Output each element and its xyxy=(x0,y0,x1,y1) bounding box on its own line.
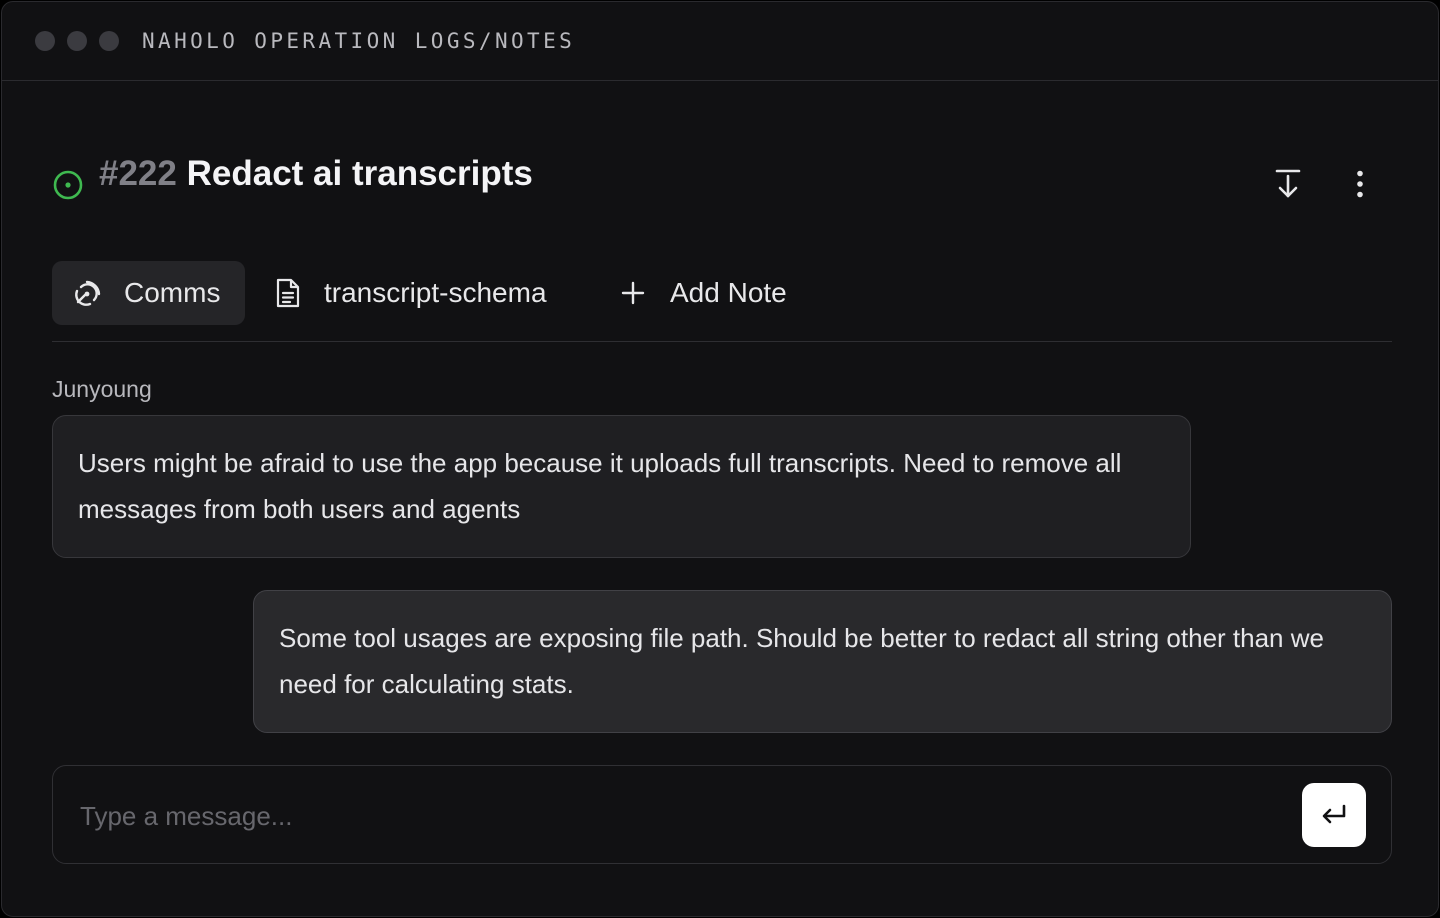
title-bar: NAHOLO OPERATION LOGS/NOTES xyxy=(2,2,1438,81)
close-window-button[interactable] xyxy=(35,31,55,51)
message-bubble-sent: Some tool usages are exposing file path.… xyxy=(253,590,1392,733)
tab-transcript-schema[interactable]: transcript-schema xyxy=(274,261,547,325)
tab-bar: Comms transcript-schema Add Note xyxy=(52,261,1392,342)
issue-number: #222 xyxy=(99,154,177,193)
add-note-button[interactable]: Add Note xyxy=(620,261,787,325)
message-composer xyxy=(52,765,1392,864)
zoom-window-button[interactable] xyxy=(99,31,119,51)
minimize-window-button[interactable] xyxy=(67,31,87,51)
open-circle-icon xyxy=(53,170,83,200)
document-icon xyxy=(276,278,300,308)
issue-header: #222 Redact ai transcripts xyxy=(52,152,1392,212)
enter-icon xyxy=(1322,804,1346,824)
more-options-button[interactable] xyxy=(1340,164,1380,204)
tab-comms[interactable]: Comms xyxy=(52,261,245,325)
issue-title: #222 Redact ai transcripts xyxy=(99,154,533,194)
message-author: Junyoung xyxy=(52,376,152,402)
message-input[interactable] xyxy=(78,790,1282,842)
issue-title-text: Redact ai transcripts xyxy=(186,154,533,193)
window-title: NAHOLO OPERATION LOGS/NOTES xyxy=(142,29,576,53)
plus-icon xyxy=(621,281,645,305)
broadcast-icon xyxy=(75,280,101,306)
tab-comms-label: Comms xyxy=(124,277,221,308)
app-window: NAHOLO OPERATION LOGS/NOTES #222 Redact … xyxy=(1,1,1439,917)
send-button[interactable] xyxy=(1302,783,1366,847)
more-vertical-icon xyxy=(1357,170,1363,198)
window-controls xyxy=(35,31,119,51)
download-button[interactable] xyxy=(1268,164,1308,204)
tab-transcript-schema-label: transcript-schema xyxy=(324,277,547,308)
add-note-label: Add Note xyxy=(670,277,787,308)
download-icon xyxy=(1275,169,1301,198)
message-bubble-received: Users might be afraid to use the app bec… xyxy=(52,415,1191,558)
